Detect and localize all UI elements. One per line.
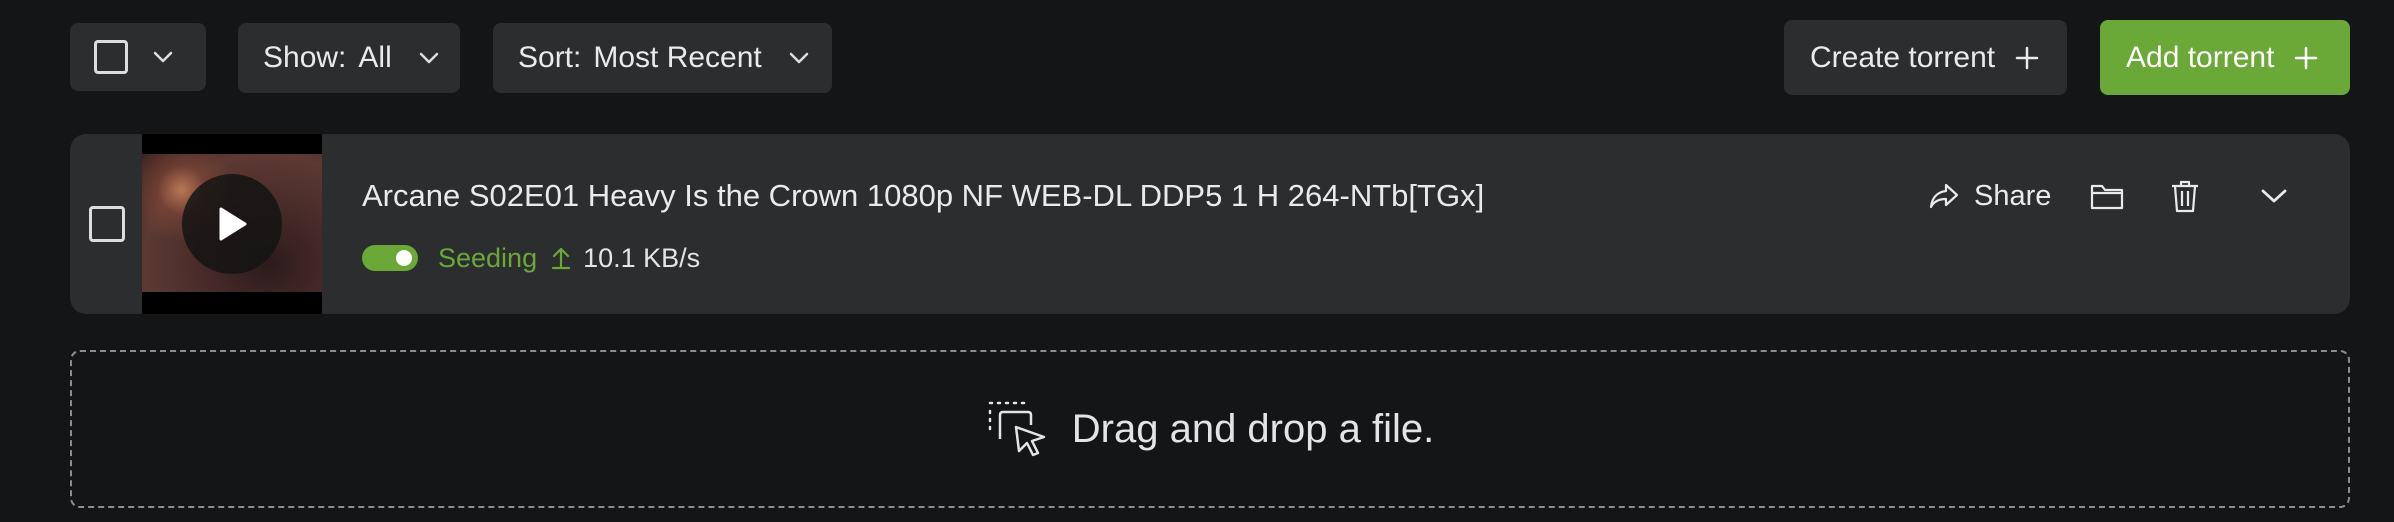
show-filter-value: All bbox=[358, 41, 392, 74]
chevron-down-icon bbox=[419, 52, 438, 64]
share-button[interactable]: Share bbox=[1928, 176, 2051, 216]
show-filter-label: Show: bbox=[263, 41, 347, 74]
sort-dropdown[interactable]: Sort: Most Recent bbox=[493, 23, 832, 93]
expand-details-button[interactable] bbox=[2260, 176, 2288, 216]
add-torrent-button[interactable]: Add torrent bbox=[2100, 20, 2350, 95]
app-root: Show: All Sort: Most Recent Create torre… bbox=[0, 0, 2394, 522]
sort-value: Most Recent bbox=[593, 41, 762, 74]
share-label: Share bbox=[1974, 179, 2052, 212]
file-dropzone[interactable]: Drag and drop a file. bbox=[70, 350, 2350, 508]
trash-icon bbox=[2172, 180, 2198, 213]
torrent-status-line: Seeding 10.1 KB/s bbox=[362, 238, 700, 278]
chevron-down-icon bbox=[2261, 189, 2287, 203]
plus-icon bbox=[2295, 46, 2318, 69]
upload-speed: 10.1 KB/s bbox=[583, 242, 701, 273]
torrent-select-checkbox[interactable] bbox=[89, 206, 125, 242]
torrent-card[interactable]: Arcane S02E01 Heavy Is the Crown 1080p N… bbox=[70, 134, 2350, 314]
add-torrent-label: Add torrent bbox=[2126, 40, 2275, 74]
share-icon bbox=[1929, 183, 1959, 209]
open-folder-button[interactable] bbox=[2089, 176, 2125, 216]
upload-arrow-icon bbox=[551, 247, 571, 270]
dropzone-text: Drag and drop a file. bbox=[1071, 406, 1435, 451]
create-torrent-label: Create torrent bbox=[1810, 40, 1996, 74]
torrent-status: Seeding bbox=[438, 242, 538, 273]
torrent-title[interactable]: Arcane S02E01 Heavy Is the Crown 1080p N… bbox=[362, 178, 1484, 214]
chevron-down-icon bbox=[153, 51, 173, 63]
play-icon bbox=[219, 207, 247, 241]
sort-label: Sort: bbox=[518, 41, 582, 74]
create-torrent-button[interactable]: Create torrent bbox=[1784, 20, 2067, 95]
seeding-toggle[interactable] bbox=[362, 245, 418, 271]
plus-icon bbox=[2015, 46, 2039, 69]
show-filter-dropdown[interactable]: Show: All bbox=[238, 23, 460, 93]
select-all-dropdown[interactable] bbox=[70, 23, 206, 91]
play-button[interactable] bbox=[182, 174, 282, 274]
drag-drop-icon bbox=[988, 401, 1046, 457]
delete-button[interactable] bbox=[2170, 176, 2200, 216]
torrent-thumbnail[interactable] bbox=[142, 134, 322, 314]
select-all-checkbox[interactable] bbox=[94, 40, 128, 74]
folder-icon bbox=[2090, 184, 2124, 210]
chevron-down-icon bbox=[789, 52, 809, 64]
